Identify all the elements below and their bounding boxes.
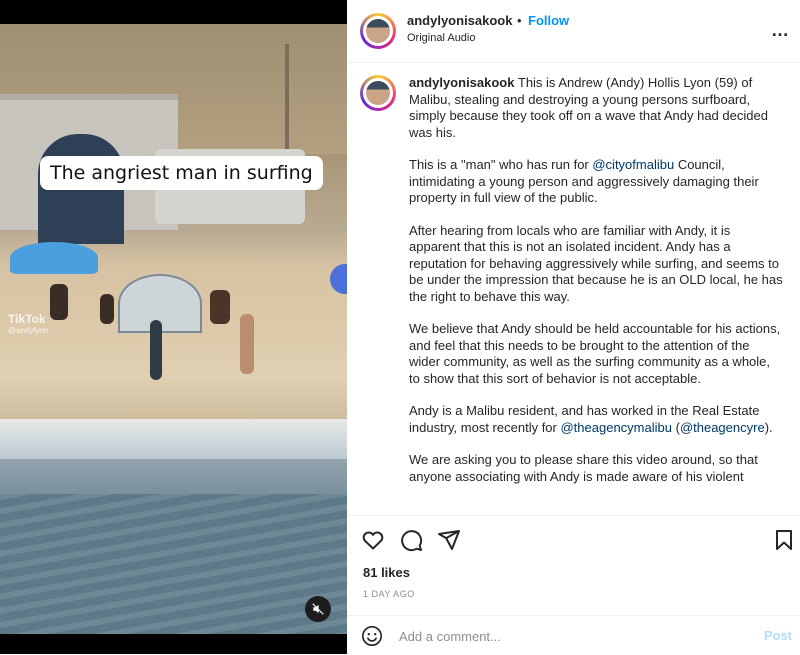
post-caption: andylyonisakook This is Andrew (Andy) Ho… — [409, 75, 783, 501]
follow-button[interactable]: Follow — [528, 13, 569, 28]
post-timestamp[interactable]: 1 DAY AGO — [363, 589, 415, 599]
comment-icon[interactable] — [399, 528, 423, 552]
caption-paragraph-6: We are asking you to please share this v… — [409, 452, 758, 484]
comment-bar: Post — [347, 615, 800, 655]
post-actions: 81 likes 1 DAY AGO — [347, 515, 800, 616]
tiktok-logo-text: TikTok — [8, 312, 46, 326]
post-header: andylyonisakook • Follow Original Audio … — [347, 0, 800, 63]
avatar[interactable] — [360, 13, 396, 49]
caption-paragraph-2: This is a "man" who has run for — [409, 157, 593, 172]
header-username[interactable]: andylyonisakook — [407, 13, 512, 28]
post-comment-button[interactable]: Post — [764, 628, 792, 643]
share-icon[interactable] — [437, 528, 461, 552]
emoji-icon[interactable] — [361, 625, 383, 647]
separator-dot: • — [517, 13, 522, 28]
bookmark-icon[interactable] — [772, 528, 796, 552]
caption-username[interactable]: andylyonisakook — [409, 75, 514, 90]
mention-cityofmalibu[interactable]: @cityofmalibu — [592, 157, 674, 172]
heart-icon[interactable] — [361, 528, 385, 552]
caption-paragraph-3: After hearing from locals who are famili… — [409, 222, 783, 304]
video-frame — [0, 24, 347, 634]
caption-area: andylyonisakook This is Andrew (Andy) Ho… — [347, 63, 800, 515]
muted-speaker-icon — [312, 603, 324, 615]
video-player[interactable]: The angriest man in surfing TikTok @andy… — [0, 0, 347, 654]
comment-input[interactable] — [397, 624, 741, 648]
more-options-icon[interactable]: … — [771, 20, 790, 41]
caption-avatar[interactable] — [360, 75, 396, 111]
mention-theagencyre[interactable]: @theagencyre — [680, 420, 765, 435]
tiktok-handle: @andylyon — [8, 326, 49, 335]
caption-paragraph-4: We believe that Andy should be held acco… — [409, 321, 781, 386]
mute-button[interactable] — [305, 596, 331, 622]
likes-count[interactable]: 81 likes — [363, 565, 410, 580]
video-caption-overlay: The angriest man in surfing — [40, 156, 323, 190]
mention-theagencymalibu[interactable]: @theagencymalibu — [560, 420, 671, 435]
paren-close: ). — [764, 419, 773, 435]
audio-label[interactable]: Original Audio — [407, 32, 476, 44]
tiktok-watermark: TikTok @andylyon — [8, 312, 48, 335]
